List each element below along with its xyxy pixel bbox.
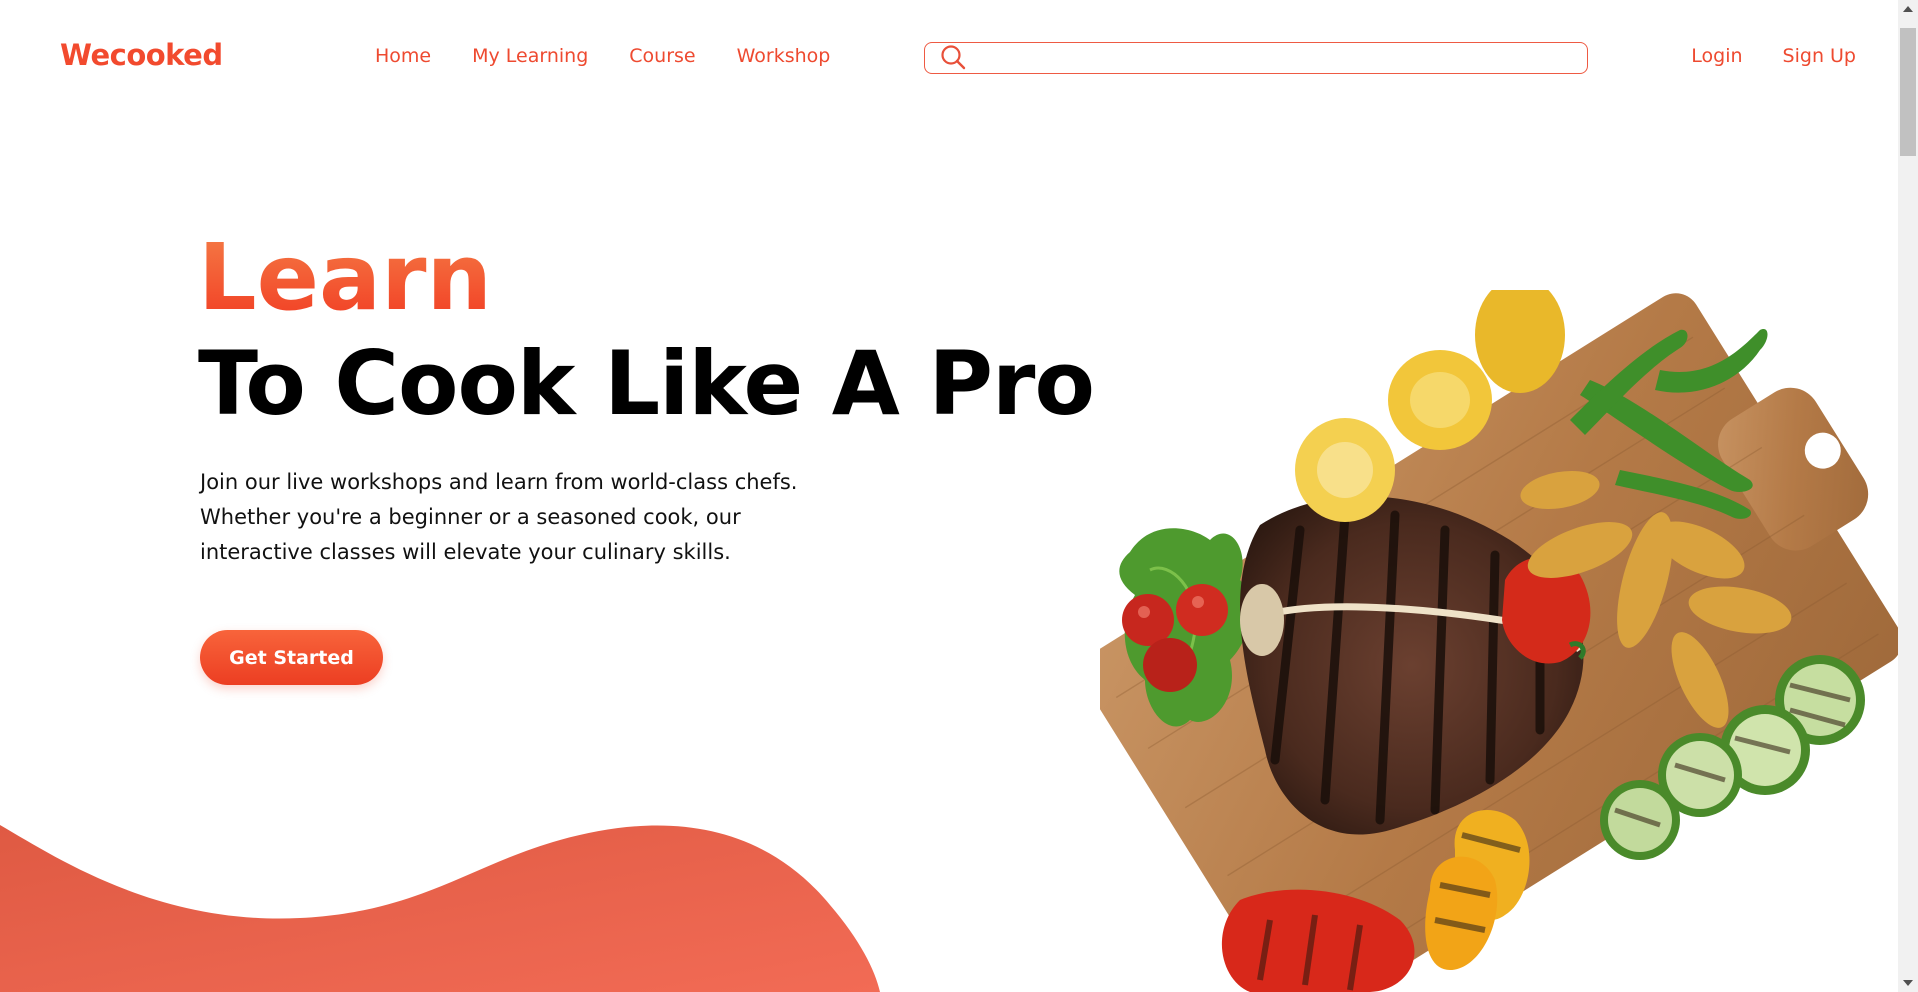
- hero-title: To Cook Like A Pro: [198, 332, 1095, 435]
- search-input[interactable]: [975, 45, 1587, 71]
- search-bar: [924, 42, 1588, 74]
- signup-link[interactable]: Sign Up: [1783, 45, 1856, 67]
- brand-logo[interactable]: Wecooked: [60, 38, 223, 72]
- page-scrollbar[interactable]: [1898, 0, 1918, 992]
- auth-links: Login Sign Up: [1691, 45, 1856, 67]
- nav-workshop[interactable]: Workshop: [737, 45, 831, 67]
- search-icon[interactable]: [939, 43, 969, 73]
- nav-course[interactable]: Course: [629, 45, 695, 67]
- main-nav: Home My Learning Course Workshop: [375, 45, 830, 67]
- food-board-image: [1100, 290, 1900, 992]
- get-started-button[interactable]: Get Started: [200, 630, 383, 685]
- hero-highlight: Learn: [198, 224, 492, 331]
- scroll-up-icon[interactable]: [1903, 6, 1913, 12]
- login-link[interactable]: Login: [1691, 45, 1742, 67]
- decorative-wave: [0, 825, 880, 992]
- scrollbar-thumb[interactable]: [1900, 28, 1916, 156]
- nav-my-learning[interactable]: My Learning: [472, 45, 588, 67]
- hero-description: Join our live workshops and learn from w…: [200, 470, 798, 564]
- scroll-down-icon[interactable]: [1903, 980, 1913, 986]
- nav-home[interactable]: Home: [375, 45, 431, 67]
- site-header: Wecooked Home My Learning Course Worksho…: [0, 0, 1898, 118]
